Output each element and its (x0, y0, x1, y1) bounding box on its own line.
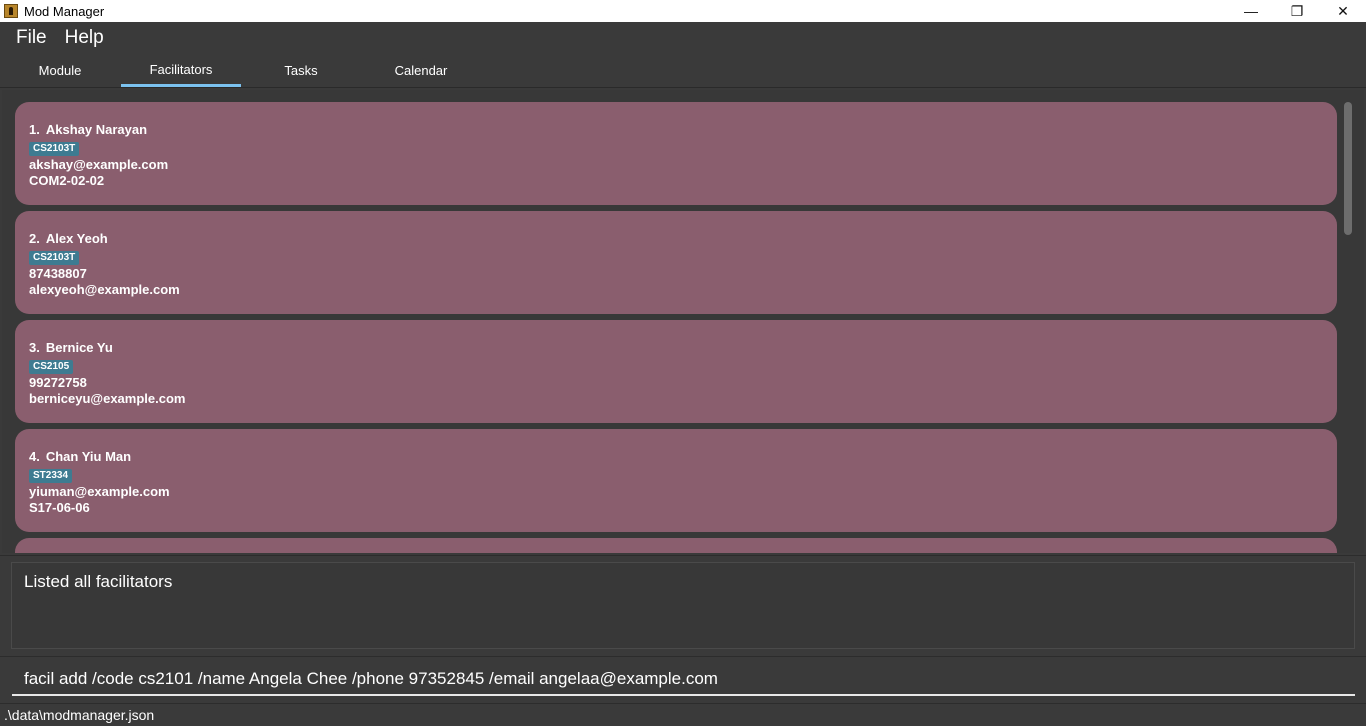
restore-button[interactable]: ❐ (1274, 0, 1320, 22)
facilitator-card[interactable]: 4. Chan Yiu Man ST2334 yiuman@example.com… (15, 429, 1337, 532)
facilitator-name: Chan Yiu Man (45, 449, 132, 464)
app-icon (4, 4, 18, 18)
facilitator-heading: 3. Bernice Yu (29, 340, 1337, 356)
menu-bar: File Help (0, 22, 1366, 54)
facilitator-card[interactable]: 1. Akshay Narayan CS2103T akshay@example.… (15, 102, 1337, 205)
facilitator-email: berniceyu@example.com (29, 391, 186, 406)
facilitator-heading: 1. Akshay Narayan (29, 122, 1337, 138)
facilitator-email: yiuman@example.com (29, 484, 170, 499)
facilitator-email: alexyeoh@example.com (29, 282, 180, 297)
facilitator-phone: 87438807 (29, 266, 87, 281)
facilitator-office: COM2-02-02 (29, 173, 105, 188)
facilitator-name: Akshay Narayan (45, 122, 148, 137)
facilitator-card-partial[interactable] (15, 538, 1337, 553)
module-tag: CS2103T (29, 142, 80, 156)
facilitator-name: Bernice Yu (45, 340, 113, 355)
module-tag: ST2334 (29, 469, 73, 483)
module-tag: CS2105 (29, 360, 74, 374)
window-controls: — ❐ ✕ (1228, 0, 1366, 22)
menu-help[interactable]: Help (65, 27, 104, 49)
tab-facilitators[interactable]: Facilitators (121, 54, 241, 87)
tab-bar: Module Facilitators Tasks Calendar (0, 54, 1366, 88)
facilitator-card[interactable]: 3. Bernice Yu CS2105 99272758 berniceyu@e… (15, 320, 1337, 423)
minimize-button[interactable]: — (1228, 0, 1274, 22)
menu-file[interactable]: File (16, 27, 47, 49)
facilitator-email: akshay@example.com (29, 157, 169, 172)
command-panel (0, 656, 1366, 703)
facilitator-office: S17-06-06 (29, 500, 90, 515)
result-display: Listed all facilitators (11, 562, 1355, 649)
facilitator-index: 3. (29, 340, 40, 355)
list-scrollbar[interactable] (1344, 102, 1352, 235)
facilitator-card[interactable]: 2. Alex Yeoh CS2103T 87438807 alexyeoh@ex… (15, 211, 1337, 314)
facilitator-heading: 2. Alex Yeoh (29, 231, 1337, 247)
window-title: Mod Manager (24, 3, 105, 19)
facilitator-index: 1. (29, 122, 40, 137)
tab-calendar[interactable]: Calendar (361, 54, 481, 87)
tab-tasks[interactable]: Tasks (241, 54, 361, 87)
title-bar: Mod Manager — ❐ ✕ (0, 0, 1366, 22)
tab-module[interactable]: Module (0, 54, 120, 87)
facilitator-index: 4. (29, 449, 40, 464)
facilitator-heading: 4. Chan Yiu Man (29, 449, 1337, 465)
status-bar-path: .\data\modmanager.json (0, 703, 1366, 726)
facilitator-list[interactable]: 1. Akshay Narayan CS2103T akshay@example.… (2, 90, 1364, 553)
facilitator-name: Alex Yeoh (45, 231, 108, 246)
command-input[interactable] (12, 664, 1355, 696)
facilitator-index: 2. (29, 231, 40, 246)
facilitator-phone: 99272758 (29, 375, 87, 390)
result-panel: Listed all facilitators (0, 555, 1366, 655)
close-button[interactable]: ✕ (1320, 0, 1366, 22)
module-tag: CS2103T (29, 251, 80, 265)
